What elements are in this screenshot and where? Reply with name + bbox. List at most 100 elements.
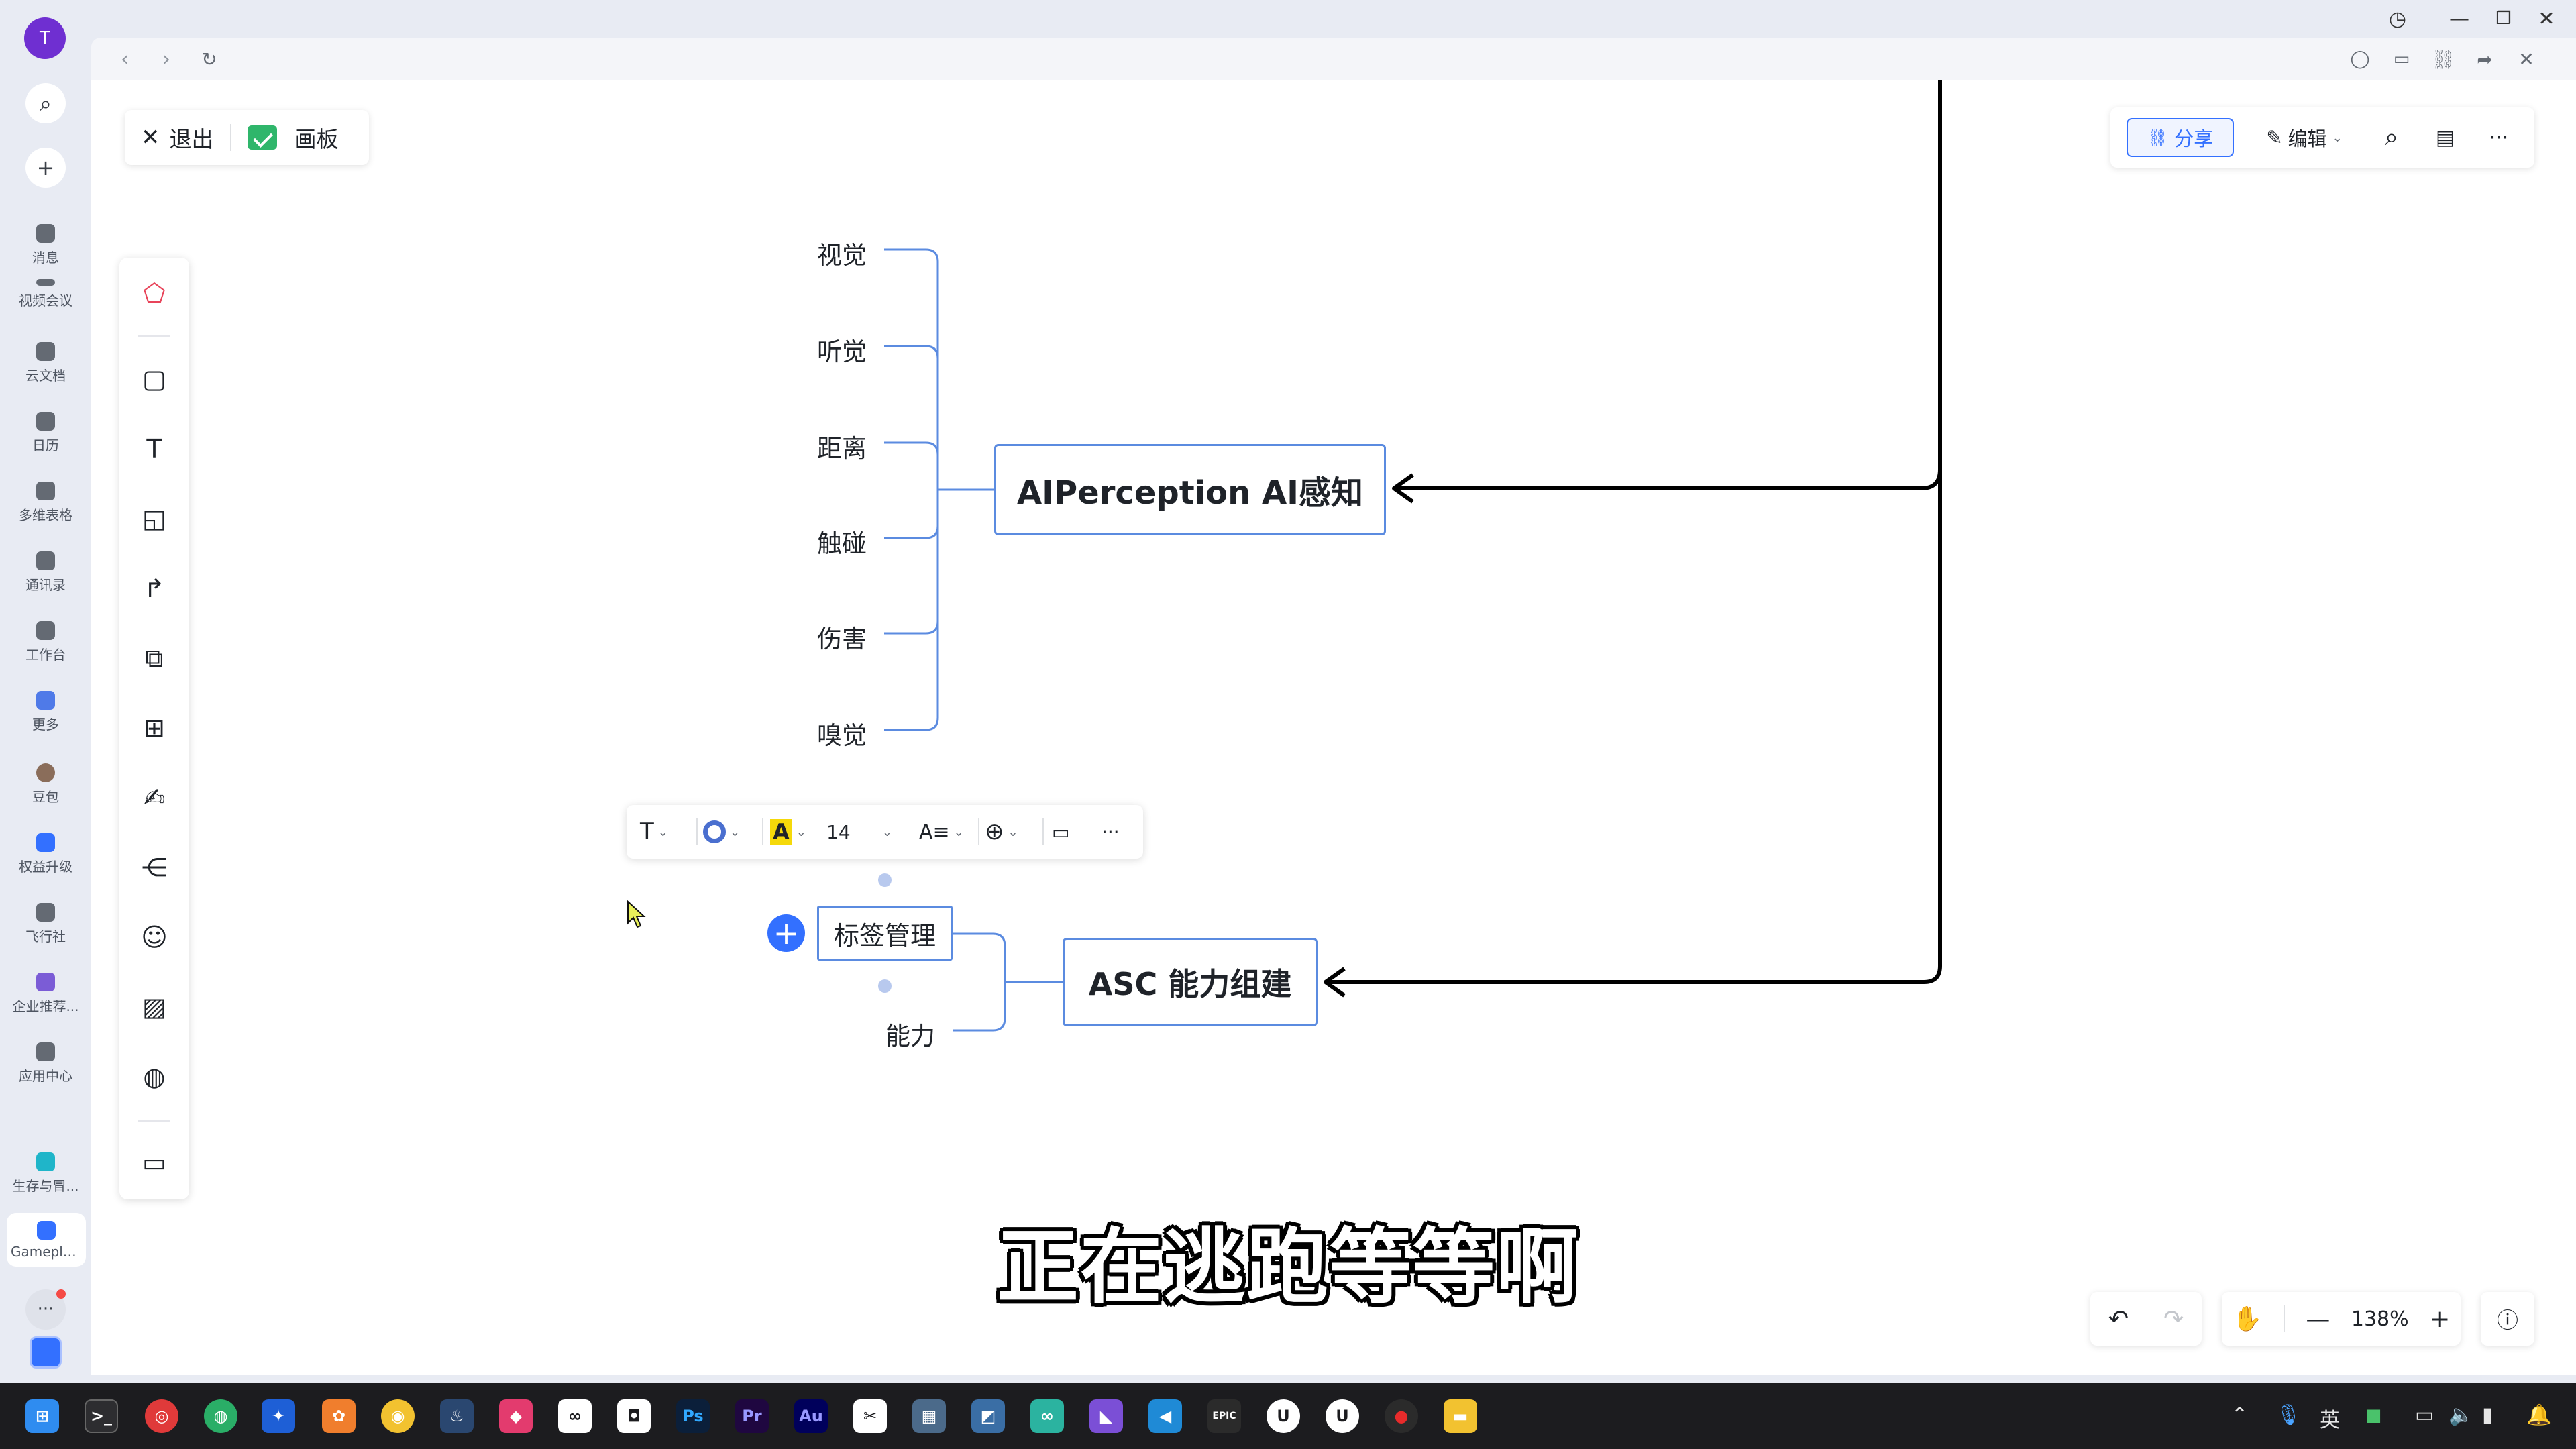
user-avatar[interactable]: T [24, 17, 66, 59]
add-icon[interactable]: + [25, 148, 66, 188]
notification-bell-icon[interactable]: 🔔 [2526, 1403, 2551, 1427]
more-options-button[interactable]: ··· [1102, 814, 1120, 849]
more-icon[interactable]: ··· [2482, 121, 2516, 154]
document-view-icon[interactable]: ▤ [2428, 121, 2462, 154]
leaf-hearing[interactable]: 听觉 [817, 331, 898, 368]
back-icon[interactable]: ‹ [111, 46, 138, 72]
audition-icon[interactable]: Au [794, 1399, 828, 1433]
add-node-button[interactable]: + [767, 914, 805, 952]
visual-studio-icon[interactable]: ◣ [1089, 1399, 1123, 1433]
record-icon[interactable]: ● [1385, 1399, 1418, 1433]
rail-item-doubao[interactable]: 豆包 [0, 763, 91, 806]
workspace-icon[interactable] [30, 1336, 62, 1368]
chrome-icon[interactable]: ◉ [381, 1399, 415, 1433]
volume-icon[interactable]: 🔈 [2449, 1403, 2473, 1427]
unreal-engine-2-icon[interactable]: U [1326, 1399, 1359, 1433]
steam-icon[interactable]: ♨ [440, 1399, 474, 1433]
butterfly-app-icon[interactable]: ✿ [322, 1399, 356, 1433]
rail-item-messages[interactable]: 消息 [0, 224, 91, 266]
rail-item-recommend[interactable]: 企业推荐... [0, 973, 91, 1015]
table-icon[interactable]: ⊞ [138, 711, 171, 745]
rail-item-base[interactable]: 多维表格 [0, 482, 91, 524]
unreal-engine-icon[interactable]: U [1267, 1399, 1300, 1433]
leaf-ability[interactable]: 能力 [885, 1016, 966, 1052]
lark-icon[interactable]: ✦ [262, 1399, 295, 1433]
battery-icon[interactable]: ▮ [2482, 1403, 2493, 1427]
whiteboard-canvas[interactable] [91, 80, 2576, 1375]
hand-pan-icon[interactable]: ✋ [2233, 1305, 2263, 1333]
history-icon[interactable]: ◷ [2384, 5, 2411, 32]
rail-item-more[interactable]: 更多 [0, 691, 91, 733]
close-icon[interactable]: ✕ [141, 124, 160, 151]
close-tab-icon[interactable]: ✕ [2513, 46, 2540, 72]
refresh-icon[interactable]: ↻ [196, 46, 223, 72]
rail-item-upgrade[interactable]: 权益升级 [0, 833, 91, 875]
file-explorer-icon[interactable]: ▬ [1444, 1399, 1477, 1433]
palette-icon[interactable]: ◍ [138, 1060, 171, 1093]
map-app-icon[interactable]: ◩ [971, 1399, 1005, 1433]
game-app-icon[interactable]: ◆ [499, 1399, 533, 1433]
rail-item-contacts[interactable]: 通讯录 [0, 551, 91, 594]
zoom-level[interactable]: 138% [2351, 1307, 2409, 1331]
capcut-icon[interactable]: ✂ [853, 1399, 887, 1433]
premiere-icon[interactable]: Pr [735, 1399, 769, 1433]
leaf-vision[interactable]: 视觉 [817, 235, 898, 271]
rail-item-app-center[interactable]: 应用中心 [0, 1042, 91, 1085]
meta-icon[interactable]: ∞ [558, 1399, 592, 1433]
redo-icon[interactable]: ↷ [2163, 1305, 2184, 1333]
mindmap-icon[interactable]: ⋲ [138, 851, 171, 884]
tray-chevron-up-icon[interactable]: ⌃ [2231, 1403, 2248, 1427]
text-style-button[interactable]: T ⌄ [640, 814, 668, 849]
leaf-touch[interactable]: 触碰 [817, 523, 898, 559]
rail-item-gameplay[interactable]: Gamepla... [7, 1213, 86, 1267]
close-window-icon[interactable]: ✕ [2533, 5, 2560, 32]
rectangle-icon[interactable]: ▢ [138, 362, 171, 396]
rail-item-flight[interactable]: 飞行社 [0, 903, 91, 945]
forward-share-icon[interactable]: ➦ [2471, 46, 2498, 72]
comment-icon[interactable]: ▭ [138, 1146, 171, 1179]
comment-button[interactable]: ▭ [1052, 814, 1069, 849]
vscode-icon[interactable]: ◀ [1148, 1399, 1182, 1433]
calculator-icon[interactable]: ▦ [912, 1399, 946, 1433]
arduino-icon[interactable]: ∞ [1030, 1399, 1064, 1433]
rail-item-docs[interactable]: 云文档 [0, 342, 91, 384]
resize-handle-top[interactable] [878, 873, 892, 887]
sticky-note-icon[interactable]: ◱ [138, 502, 171, 535]
text-icon[interactable]: T [138, 432, 171, 466]
start-menu-icon[interactable]: ⊞ [25, 1399, 59, 1433]
network-icon[interactable]: ▭ [2415, 1403, 2434, 1427]
link-icon[interactable]: ⛓ [2430, 46, 2457, 72]
perception-node[interactable]: AIPerception AI感知 [994, 444, 1386, 535]
restore-icon[interactable]: ❐ [2490, 5, 2517, 32]
leaf-smell[interactable]: 嗅觉 [817, 715, 898, 751]
input-method-icon[interactable]: 英 [2320, 1403, 2340, 1433]
highlight-color-button[interactable]: A ⌄ [770, 814, 806, 849]
connector-icon[interactable]: ↱ [138, 572, 171, 605]
vr-app-icon[interactable]: ◘ [617, 1399, 651, 1433]
rail-item-workplace[interactable]: 工作台 [0, 621, 91, 663]
exit-button[interactable]: 退出 [170, 121, 214, 154]
share-button[interactable]: ⛓ 分享 [2127, 118, 2234, 157]
epic-games-icon[interactable]: EPIC [1208, 1399, 1241, 1433]
font-size-select[interactable]: 14 ⌄ [820, 816, 896, 848]
text-align-button[interactable]: A≡ ⌄ [919, 814, 964, 849]
microphone-icon[interactable]: 🎙 [2275, 1403, 2301, 1427]
asc-node[interactable]: ASC 能力组建 [1063, 938, 1318, 1026]
comment-icon[interactable]: ◯ [2347, 46, 2373, 72]
shapes-icon[interactable]: ⬠ [138, 276, 171, 310]
image-icon[interactable]: ▨ [138, 990, 171, 1024]
tray-app-icon[interactable]: ◼ [2365, 1403, 2382, 1427]
edit-mode-button[interactable]: ✎ 编辑 ⌄ [2254, 118, 2355, 157]
frame-icon[interactable]: ⧉ [138, 641, 171, 675]
wechat-icon[interactable]: ◍ [204, 1399, 237, 1433]
border-style-button[interactable]: ⌄ [703, 814, 740, 849]
music-app-icon[interactable]: ◎ [145, 1399, 178, 1433]
rail-item-meeting[interactable]: 视频会议 [0, 279, 91, 309]
search-icon[interactable]: ⌕ [25, 83, 66, 123]
rail-item-calendar[interactable]: 日历 [0, 412, 91, 454]
photoshop-icon[interactable]: Ps [676, 1399, 710, 1433]
resize-handle-bottom[interactable] [878, 979, 892, 993]
minimize-icon[interactable]: — [2446, 5, 2473, 32]
sticker-icon[interactable]: ☺ [138, 920, 171, 954]
forward-icon[interactable]: › [153, 46, 180, 72]
